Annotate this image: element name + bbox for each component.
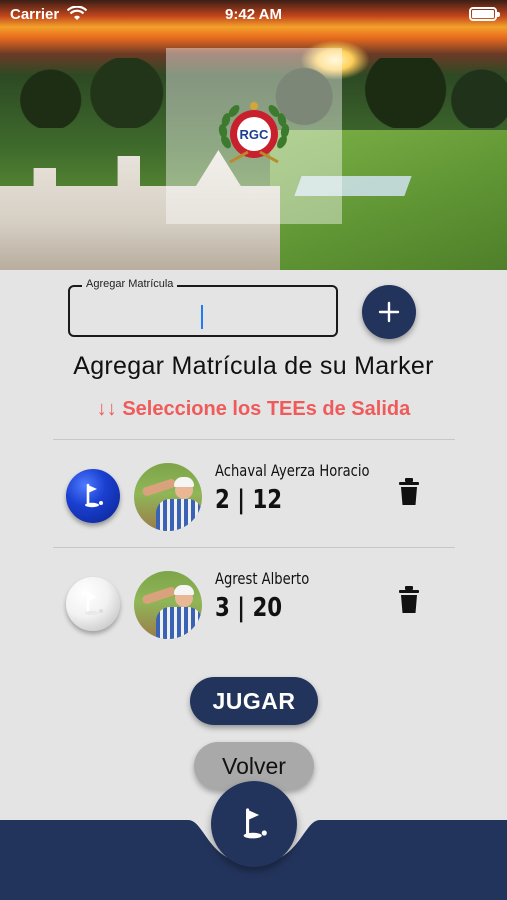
status-bar: Carrier 9:42 AM: [0, 0, 507, 30]
player-stats: 3 | 20: [215, 593, 283, 623]
tab-center-button[interactable]: [211, 781, 297, 867]
add-matricula-button[interactable]: [362, 285, 416, 339]
player-row: Agrest Alberto 3 | 20: [0, 563, 507, 653]
golf-flag-icon: [85, 483, 103, 508]
club-logo-box: RGC: [166, 48, 342, 224]
status-time: 9:42 AM: [225, 6, 282, 23]
logo-text: RGC: [240, 127, 270, 142]
player-avatar: [134, 571, 202, 639]
player-name: Agrest Alberto: [215, 569, 310, 588]
jugar-button[interactable]: JUGAR: [190, 677, 318, 725]
golf-flag-icon: [243, 808, 267, 839]
player-row: Achaval Ayerza Horacio 2 | 12: [0, 455, 507, 545]
tees-instruction: ↓↓ Seleccione los TEEs de Salida: [96, 398, 411, 420]
golf-flag-icon: [85, 591, 103, 616]
tee-selector-white[interactable]: [66, 577, 120, 631]
trash-icon[interactable]: [396, 585, 422, 615]
divider: [53, 547, 455, 548]
trash-icon[interactable]: [396, 477, 422, 507]
text-cursor: [201, 305, 203, 329]
tee-selector-blue[interactable]: [66, 469, 120, 523]
page-heading: Agregar Matrícula de su Marker: [73, 352, 434, 380]
matricula-input[interactable]: Agregar Matrícula: [68, 278, 338, 337]
club-logo: RGC: [218, 102, 290, 164]
battery-icon: [469, 7, 500, 21]
player-avatar: [134, 463, 202, 531]
matricula-input-label: Agregar Matrícula: [82, 278, 178, 290]
plus-icon: [378, 301, 400, 323]
player-stats: 2 | 12: [215, 485, 283, 515]
player-name: Achaval Ayerza Horacio: [215, 461, 370, 480]
header-background-photo: RGC: [0, 0, 507, 270]
divider: [53, 439, 455, 440]
